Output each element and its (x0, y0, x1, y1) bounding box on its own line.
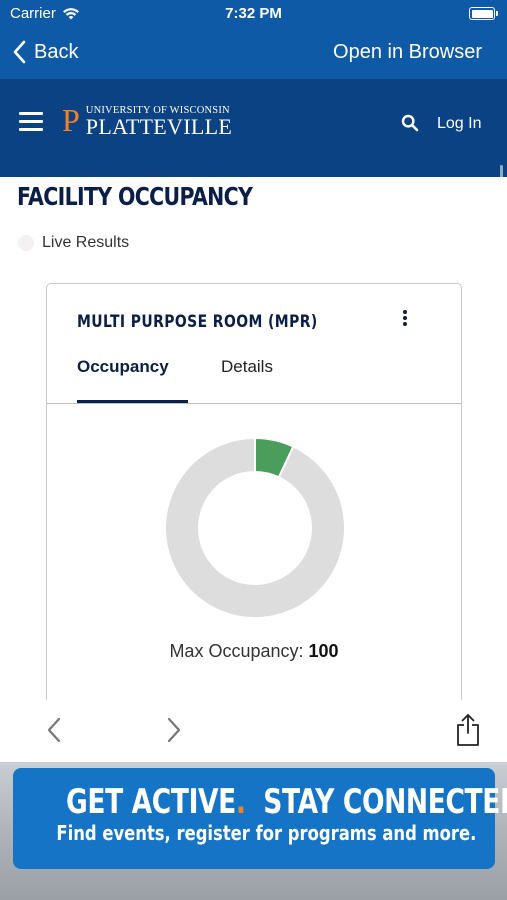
share-icon[interactable] (454, 712, 482, 748)
university-logo[interactable]: P UNIVERSITY OF WISCONSIN PLATTEVILLE (62, 102, 233, 139)
max-occupancy-label: Max Occupancy: (169, 641, 304, 661)
banner-headline: GET ACTIVE. STAY CONNECTED. (66, 782, 507, 822)
more-options-icon[interactable] (401, 310, 409, 328)
clock: 7:32 PM (225, 5, 282, 22)
live-results-label: Live Results (42, 234, 130, 251)
status-bar: Carrier 7:32 PM (0, 0, 507, 28)
facility-name: MULTI PURPOSE ROOM (MPR) (77, 312, 318, 332)
login-link[interactable]: Log In (437, 115, 481, 133)
scrollbar[interactable] (500, 165, 503, 229)
promo-banner[interactable]: GET ACTIVE. STAY CONNECTED. Find events,… (13, 768, 507, 869)
active-tab-indicator (77, 400, 188, 403)
browser-toolbar (0, 700, 507, 762)
hamburger-menu-icon[interactable] (19, 112, 43, 132)
banner-headline-part1: GET ACTIVE (66, 782, 236, 822)
back-label: Back (34, 40, 79, 63)
card-tabs: Occupancy Details (47, 344, 461, 404)
available-slice (164, 436, 346, 619)
banner-headline-part2: STAY CONNECTED (263, 782, 507, 822)
open-in-browser-button[interactable]: Open in Browser (333, 41, 482, 64)
page-title: FACILITY OCCUPANCY (17, 182, 253, 211)
tab-details[interactable]: Details (221, 357, 273, 377)
back-button[interactable]: Back (12, 40, 78, 64)
site-header: P UNIVERSITY OF WISCONSIN PLATTEVILLE Lo… (0, 79, 507, 229)
facility-card: MULTI PURPOSE ROOM (MPR) Occupancy Detai… (46, 283, 462, 723)
live-results-indicator: Live Results (18, 234, 129, 252)
logo-line2: PLATTEVILLE (85, 114, 233, 139)
logo-mark: P (62, 102, 80, 138)
browser-nav-bar: Back Open in Browser (0, 28, 507, 79)
max-occupancy: Max Occupancy: 100 (47, 641, 461, 662)
live-dot-icon (18, 235, 34, 251)
occupancy-donut-chart (164, 436, 346, 619)
banner-dot-1: . (235, 782, 246, 822)
chevron-left-icon (13, 40, 26, 64)
chevron-left-icon[interactable] (42, 715, 66, 745)
search-icon[interactable] (401, 114, 419, 132)
battery-icon (469, 7, 498, 20)
max-occupancy-value: 100 (308, 641, 339, 661)
tab-occupancy[interactable]: Occupancy (77, 357, 169, 377)
chevron-right-icon[interactable] (162, 715, 186, 745)
banner-subtext: Find events, register for programs and m… (56, 821, 477, 845)
